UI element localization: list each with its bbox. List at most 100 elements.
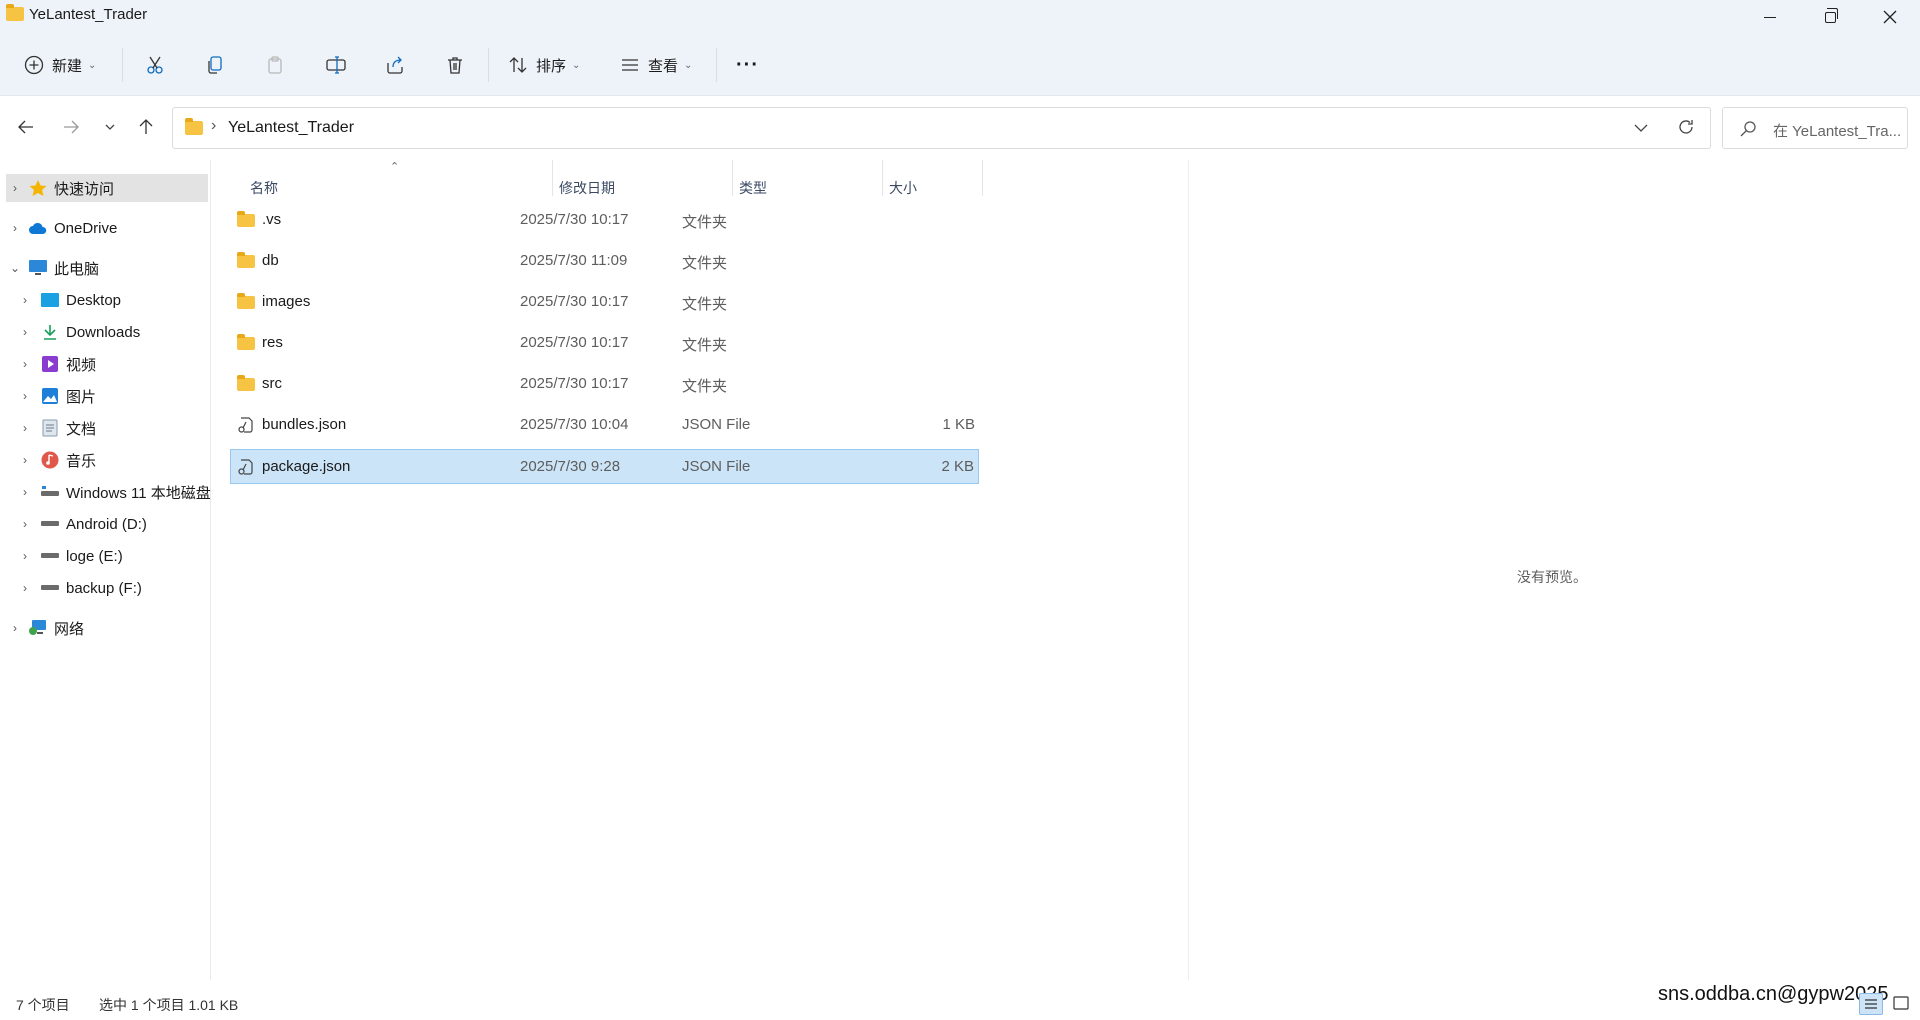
- chevron-right-icon: ›: [13, 621, 17, 635]
- cut-button[interactable]: [145, 45, 165, 85]
- navigation-bar: › YeLantest_Trader 在 YeLantest_Tra...: [0, 96, 1920, 160]
- sidebar-item-videos[interactable]: › 视频: [16, 350, 211, 378]
- file-row-db[interactable]: db 2025/7/30 11:09 文件夹: [231, 244, 979, 279]
- star-icon: [28, 179, 48, 197]
- up-button[interactable]: [131, 112, 161, 142]
- delete-button[interactable]: [445, 45, 465, 85]
- sidebar-item-label: Android (D:): [66, 515, 147, 533]
- breadcrumb-item[interactable]: YeLantest_Trader: [228, 119, 354, 137]
- plus-circle-icon: [24, 55, 44, 75]
- chevron-down-icon: ⌄: [88, 59, 97, 71]
- file-row-src[interactable]: src 2025/7/30 10:17 文件夹: [231, 367, 979, 402]
- column-header-date[interactable]: 修改日期: [559, 168, 615, 208]
- more-options-button[interactable]: ···: [736, 45, 759, 85]
- recent-locations-button[interactable]: [95, 112, 125, 142]
- minimize-button[interactable]: [1740, 0, 1800, 34]
- column-header-type[interactable]: 类型: [739, 168, 767, 208]
- column-header-name[interactable]: 名称: [250, 168, 278, 208]
- sidebar-item-local-disk-c[interactable]: › Windows 11 本地磁盘: [16, 478, 211, 506]
- chevron-right-icon: ›: [23, 453, 27, 467]
- monitor-icon: [28, 259, 48, 277]
- file-type: 文件夹: [682, 296, 728, 313]
- details-view-icon: [1865, 999, 1877, 1009]
- chevron-right-icon: ›: [23, 293, 27, 307]
- share-button[interactable]: [385, 45, 405, 85]
- search-box[interactable]: 在 YeLantest_Tra...: [1722, 107, 1908, 149]
- address-bar[interactable]: › YeLantest_Trader: [172, 107, 1711, 149]
- column-divider[interactable]: [732, 160, 733, 196]
- folder-icon: [237, 293, 255, 309]
- file-row-bundles-json[interactable]: bundles.json 2025/7/30 10:04 JSON File 1…: [231, 408, 979, 443]
- chevron-right-icon: ›: [23, 517, 27, 531]
- json-file-icon: [237, 416, 255, 433]
- back-button[interactable]: [11, 112, 41, 142]
- search-icon: [1739, 120, 1757, 142]
- close-button[interactable]: [1860, 0, 1920, 34]
- chevron-right-icon: ›: [23, 549, 27, 563]
- column-header-label: 名称: [250, 180, 278, 196]
- sort-icon: [509, 57, 527, 73]
- details-view-button[interactable]: [1859, 993, 1883, 1015]
- column-divider[interactable]: [982, 160, 983, 196]
- sidebar-item-quick-access[interactable]: › 快速访问: [6, 174, 208, 202]
- sidebar-item-label: 视频: [66, 356, 97, 374]
- large-icons-view-button[interactable]: [1890, 993, 1914, 1015]
- chevron-right-icon: ›: [23, 389, 27, 403]
- sidebar-item-pictures[interactable]: › 图片: [16, 382, 211, 410]
- column-divider[interactable]: [882, 160, 883, 196]
- folder-icon: [237, 252, 255, 268]
- sidebar-item-drive-d[interactable]: › Android (D:): [16, 510, 211, 538]
- document-icon: [40, 419, 60, 437]
- video-icon: [40, 355, 60, 373]
- file-list: ⌃ 名称 修改日期 类型 大小 .vs 2025/7/30 10:17 文件夹 …: [212, 160, 1187, 980]
- file-date: 2025/7/30 10:17: [520, 375, 629, 392]
- chevron-down-icon: [105, 124, 115, 130]
- rename-icon: [326, 56, 346, 74]
- sidebar-item-drive-f[interactable]: › backup (F:): [16, 574, 211, 602]
- folder-icon: [237, 375, 255, 391]
- column-header-label: 类型: [739, 180, 767, 196]
- view-list-icon: [622, 59, 638, 71]
- toolbar-divider: [716, 48, 717, 82]
- column-header-size[interactable]: 大小: [889, 168, 917, 208]
- search-placeholder: 在 YeLantest_Tra...: [1773, 123, 1902, 140]
- file-date: 2025/7/30 10:17: [520, 211, 629, 228]
- sort-button[interactable]: 排序 ⌄: [508, 45, 580, 85]
- folder-icon: [185, 118, 203, 135]
- window-title: YeLantest_Trader: [29, 6, 148, 23]
- new-button[interactable]: 新建 ⌄: [24, 45, 96, 85]
- file-row-images[interactable]: images 2025/7/30 10:17 文件夹: [231, 285, 979, 320]
- file-row-package-json[interactable]: package.json 2025/7/30 9:28 JSON File 2 …: [230, 449, 979, 484]
- sidebar-item-downloads[interactable]: › Downloads: [16, 318, 211, 346]
- sidebar-item-music[interactable]: › 音乐: [16, 446, 211, 474]
- refresh-button[interactable]: [1676, 117, 1696, 141]
- file-row-vs[interactable]: .vs 2025/7/30 10:17 文件夹: [231, 203, 979, 238]
- arrow-right-icon: [64, 120, 79, 134]
- file-name: bundles.json: [262, 416, 347, 433]
- paste-button[interactable]: [265, 45, 285, 85]
- forward-button[interactable]: [56, 112, 86, 142]
- sidebar-item-label: 快速访问: [54, 180, 115, 198]
- restore-button[interactable]: [1800, 0, 1860, 34]
- chevron-right-icon: ›: [23, 421, 27, 435]
- sidebar-item-label: Desktop: [66, 291, 122, 309]
- network-icon: [28, 619, 48, 637]
- sidebar-item-network[interactable]: › 网络: [6, 614, 208, 642]
- sidebar-item-documents[interactable]: › 文档: [16, 414, 211, 442]
- sidebar-item-label: Downloads: [66, 323, 141, 341]
- sidebar-item-desktop[interactable]: › Desktop: [16, 286, 211, 314]
- sidebar-item-drive-e[interactable]: › loge (E:): [16, 542, 211, 570]
- chevron-down-icon: ⌄: [572, 59, 581, 71]
- sidebar-item-this-pc[interactable]: ⌄ 此电脑: [6, 254, 208, 282]
- sidebar-item-onedrive[interactable]: › OneDrive: [6, 214, 208, 242]
- copy-icon: [208, 56, 222, 74]
- rename-button[interactable]: [325, 45, 347, 85]
- chevron-right-icon: ›: [23, 325, 27, 339]
- column-divider[interactable]: [552, 160, 553, 196]
- restore-icon: [1824, 7, 1838, 23]
- scissors-icon: [147, 56, 163, 74]
- view-button[interactable]: 查看 ⌄: [620, 45, 692, 85]
- address-history-button[interactable]: [1633, 118, 1649, 142]
- copy-button[interactable]: [205, 45, 225, 85]
- file-row-res[interactable]: res 2025/7/30 10:17 文件夹: [231, 326, 979, 361]
